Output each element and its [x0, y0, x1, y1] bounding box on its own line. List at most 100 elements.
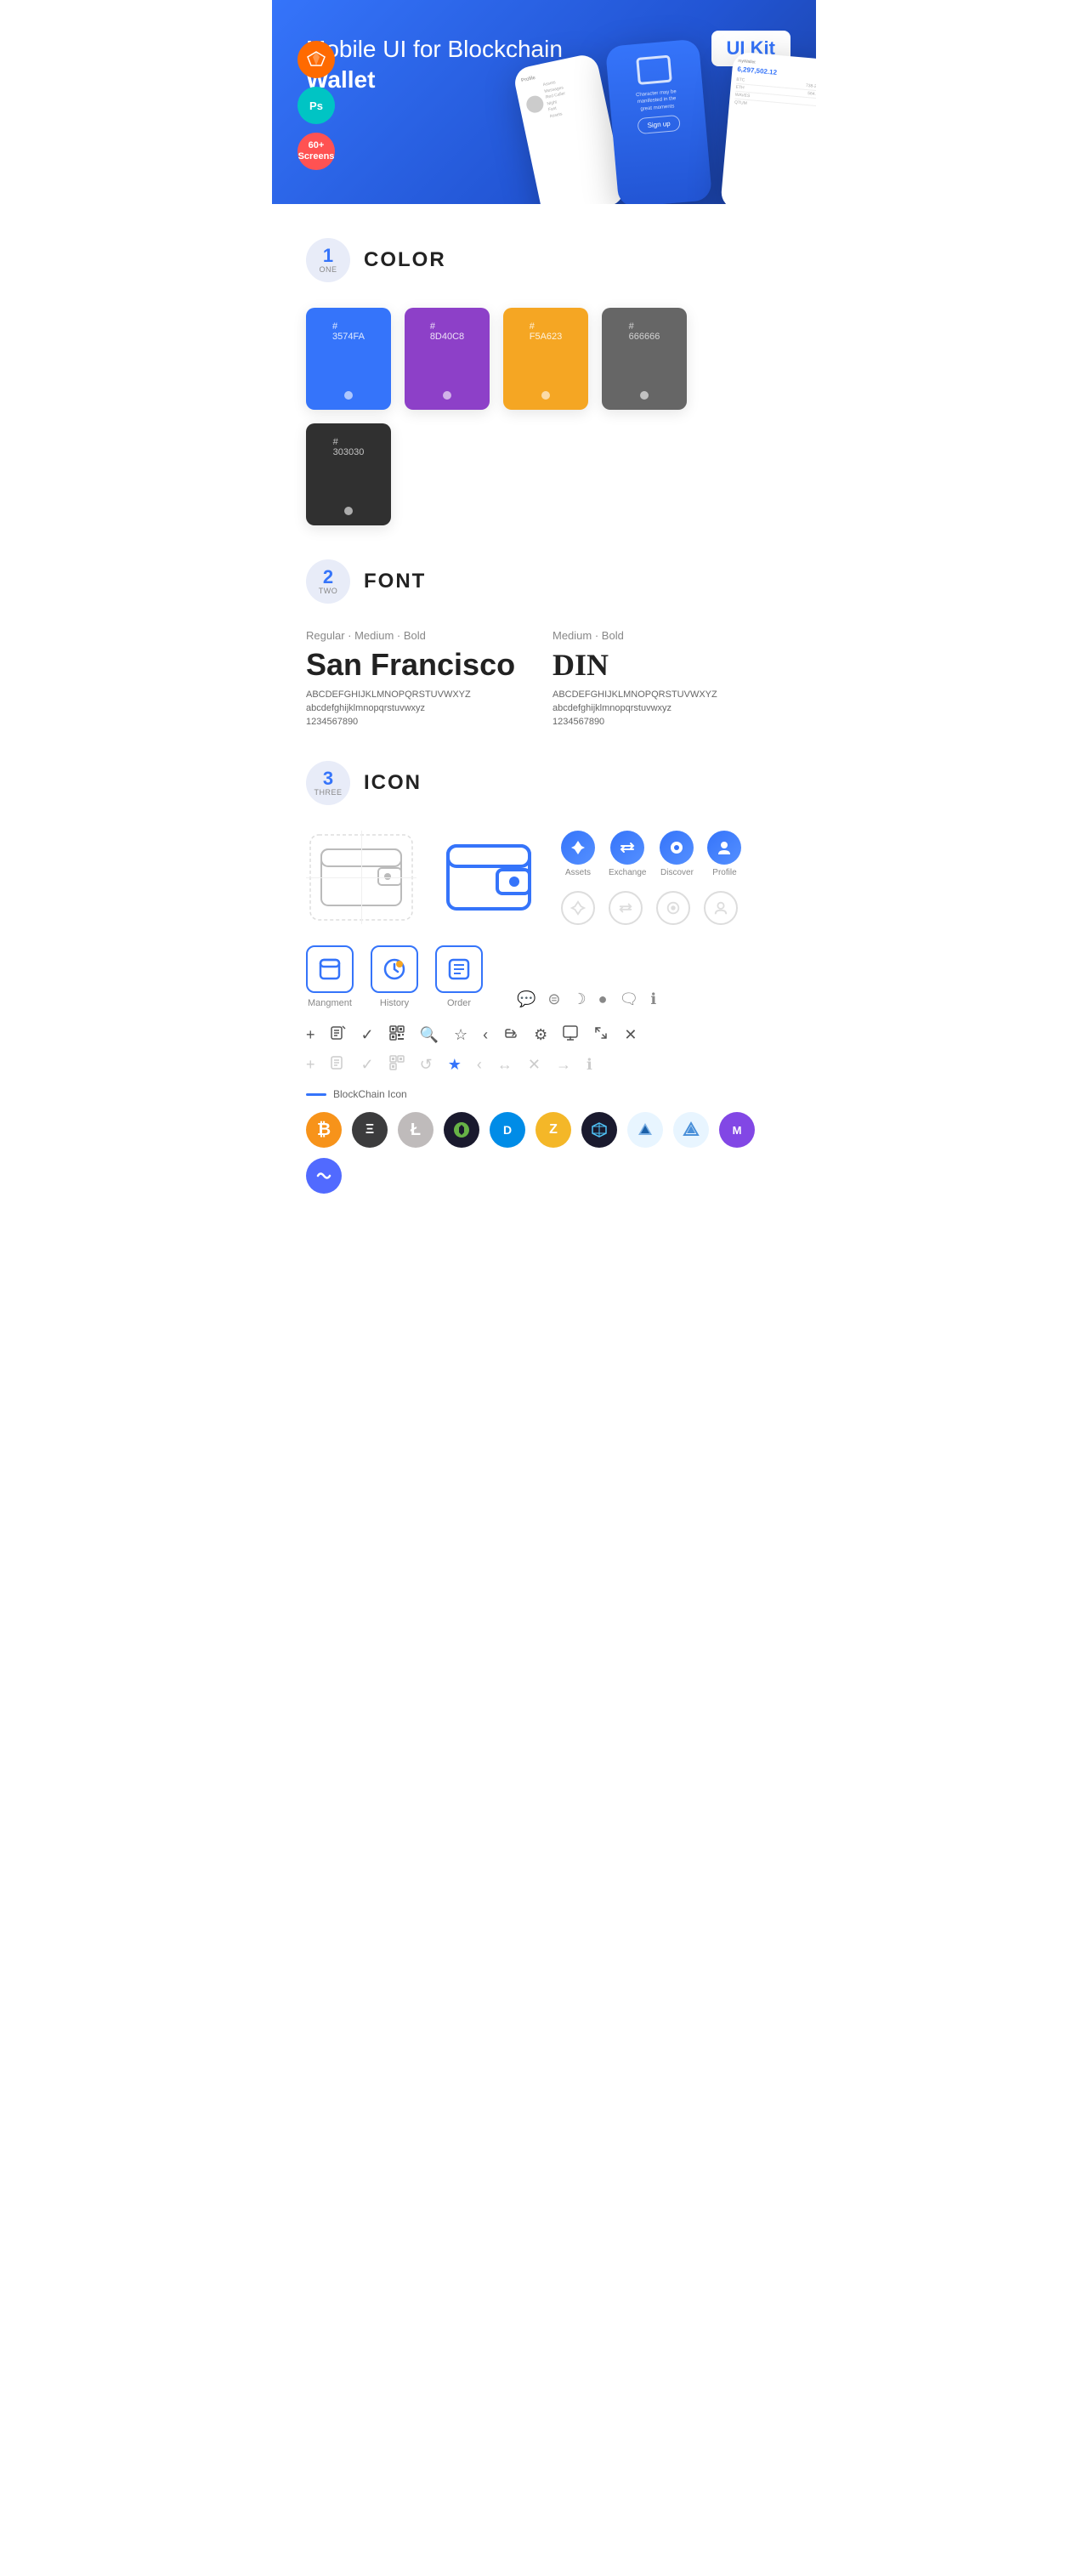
sketch-icon	[306, 49, 326, 70]
icon-refresh-gray: ↺	[420, 1056, 433, 1074]
blockchain-label-text: BlockChain Icon	[333, 1088, 407, 1100]
signup-btn[interactable]: Sign up	[638, 115, 681, 134]
icon-x-gray: ✕	[528, 1056, 541, 1074]
phone-menu: Assets Messages Red Caller Night Fast As…	[542, 78, 570, 120]
swatch-gray: #666666	[602, 308, 687, 410]
phone-center: Character may bemanifested in thegreat m…	[605, 39, 712, 204]
order-icon-box	[435, 945, 483, 993]
exchange-outline-svg	[618, 900, 633, 916]
icon-chevron-left: ‹	[483, 1026, 488, 1044]
icon-section-header: 3 THREE ICON	[306, 761, 782, 805]
icon-resize	[593, 1025, 609, 1045]
blockchain-label-row: BlockChain Icon	[306, 1088, 782, 1100]
center-wallet-icon	[636, 55, 672, 85]
color-title: COLOR	[364, 248, 446, 272]
din-font-name: DIN	[552, 647, 782, 683]
crypto-icons-row: ₿ Ξ Ł D Z M	[306, 1112, 782, 1194]
icon-info-gray: ℹ	[586, 1056, 592, 1074]
ark-icon	[627, 1112, 663, 1148]
color-section: 1 ONE COLOR #3574FA #8D40C8 #F5A623 #666…	[272, 204, 816, 542]
color-word: ONE	[319, 265, 337, 274]
btc-label: BTC	[736, 77, 745, 83]
swatch-orange-hex: #F5A623	[530, 321, 563, 342]
icon-speech: 🗨	[620, 990, 639, 1008]
icon-qr-gray	[389, 1055, 405, 1075]
font-word: TWO	[319, 587, 338, 595]
upload-svg	[563, 1025, 578, 1041]
sketch-badge	[298, 41, 335, 78]
swatch-purple-dot	[443, 391, 451, 400]
profile-label: Profile	[712, 868, 736, 877]
discover-label: Discover	[660, 868, 694, 877]
phone-screen-center-content: Character may bemanifested in thegreat m…	[605, 39, 707, 150]
color-section-num: 1 ONE	[306, 238, 350, 282]
icon-bottom-section: Mangment History	[306, 945, 782, 1194]
nav-icon-discover-outline	[656, 891, 690, 925]
ltc-icon: Ł	[398, 1112, 434, 1148]
btc-value: 738-2003	[806, 83, 816, 90]
eth-icon: Ξ	[352, 1112, 388, 1148]
order-label: Order	[447, 998, 471, 1008]
band-icon	[306, 1158, 342, 1194]
steem-icon	[673, 1112, 709, 1148]
dash-icon: D	[490, 1112, 525, 1148]
icon-check-gray: ✓	[361, 1056, 374, 1074]
matic-icon: M	[719, 1112, 755, 1148]
color-section-header: 1 ONE COLOR	[306, 238, 782, 282]
swatch-blue-dot	[344, 391, 353, 400]
icon-plus: +	[306, 1026, 315, 1044]
assets-label: Assets	[565, 868, 591, 877]
swatch-orange-dot	[541, 391, 550, 400]
din-lowercase: abcdefghijklmnopqrstuvwxyz	[552, 703, 782, 713]
color-swatches: #3574FA #8D40C8 #F5A623 #666666 #303030	[306, 308, 782, 525]
nav-icons-group: Assets Exchange	[561, 831, 741, 925]
order-icon-svg	[447, 957, 471, 981]
din-uppercase: ABCDEFGHIJKLMNOPQRSTUVWXYZ	[552, 689, 782, 700]
nem-svg	[452, 1121, 471, 1139]
font-block-sf: Regular · Medium · Bold San Francisco AB…	[306, 629, 536, 727]
swatch-purple-hex: #8D40C8	[430, 321, 464, 342]
discover-outline-svg	[666, 900, 681, 916]
swatch-gray-dot	[640, 391, 649, 400]
nav-icon-assets: Assets	[561, 831, 595, 877]
zcash-icon: Z	[536, 1112, 571, 1148]
swatch-orange: #F5A623	[503, 308, 588, 410]
management-icon-item: Mangment	[306, 945, 354, 1008]
management-icon-box	[306, 945, 354, 993]
swatch-blue: #3574FA	[306, 308, 391, 410]
nav-icons-colored-row: Assets Exchange	[561, 831, 741, 877]
phone-right: myWallet 6,297,502.12 BTC738-2003 ETH564…	[720, 51, 816, 204]
assets-icon-outline	[561, 891, 595, 925]
icon-word: THREE	[314, 788, 342, 797]
profile-outline-svg	[713, 900, 728, 916]
font-block-din: Medium · Bold DIN ABCDEFGHIJKLMNOPQRSTUV…	[552, 629, 782, 727]
exchange-icon-outline	[609, 891, 643, 925]
history-icon-item: History	[371, 945, 418, 1008]
phone-mockups: Profile Assets Messages Red Caller Night…	[510, 43, 816, 204]
btc-icon: ₿	[306, 1112, 342, 1148]
qr-svg	[389, 1025, 405, 1041]
discover-icon-svg	[668, 839, 685, 856]
ark-svg	[636, 1121, 654, 1139]
icon-big-row: Mangment History	[306, 945, 782, 1008]
icon-tools-row-1: + ✓ 🔍 ☆ ‹ ⚙ ✕	[306, 1025, 782, 1045]
swatch-gray-hex: #666666	[629, 321, 660, 342]
discover-icon-circle	[660, 831, 694, 865]
swatch-dark: #303030	[306, 423, 391, 525]
share-svg	[503, 1025, 518, 1041]
icon-info: ℹ	[650, 990, 656, 1008]
sf-uppercase: ABCDEFGHIJKLMNOPQRSTUVWXYZ	[306, 689, 536, 700]
list-edit-svg	[331, 1025, 346, 1041]
ps-label: Ps	[309, 99, 323, 112]
nav-icon-profile: Profile	[707, 831, 741, 877]
icon-star-blue: ★	[448, 1056, 462, 1074]
guide-h	[306, 877, 416, 878]
wireframe-wallet-container	[306, 831, 416, 924]
icon-close: ✕	[624, 1026, 637, 1044]
grid-svg	[590, 1121, 609, 1139]
history-icon-box	[371, 945, 418, 993]
icon-tools-row-2: + ✓ ↺ ★ ‹ ↔ ✕ → ℹ	[306, 1055, 782, 1075]
nem-icon	[444, 1112, 479, 1148]
exchange-icon-svg	[619, 839, 636, 856]
nav-icon-exchange: Exchange	[609, 831, 646, 877]
